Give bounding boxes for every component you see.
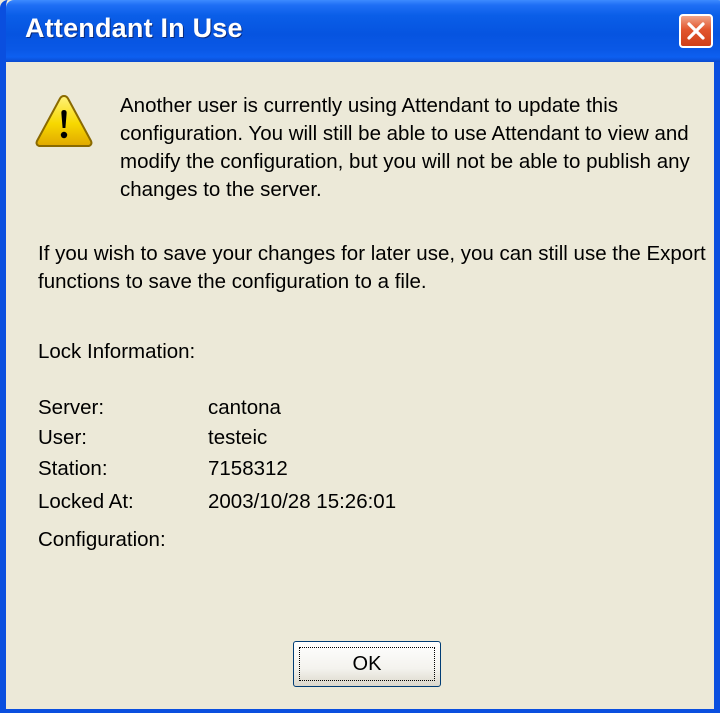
lock-info-heading: Lock Information: <box>38 340 196 363</box>
info-row-server: Server: cantona <box>38 396 678 426</box>
message-paragraph-1: Another user is currently using Attendan… <box>120 94 690 201</box>
info-value: 7158312 <box>208 457 288 480</box>
info-label: Station: <box>38 457 108 480</box>
title-bar[interactable]: Attendant In Use <box>6 0 720 62</box>
dialog-window: Attendant In Use Another user is current… <box>0 0 720 713</box>
info-value: cantona <box>208 396 281 419</box>
info-value: testeic <box>208 426 268 449</box>
ok-button[interactable]: OK <box>293 641 441 687</box>
info-value: 2003/10/28 15:26:01 <box>208 490 397 513</box>
warning-icon <box>33 92 95 150</box>
info-row-configuration: Configuration: <box>38 528 678 558</box>
info-label: Configuration: <box>38 528 166 551</box>
dialog-content: Another user is currently using Attendan… <box>6 62 714 709</box>
info-row-locked-at: Locked At: 2003/10/28 15:26:01 <box>38 490 678 520</box>
info-row-station: Station: 7158312 <box>38 457 678 487</box>
message-paragraph-2: If you wish to save your changes for lat… <box>38 242 706 293</box>
info-label: Server: <box>38 396 105 419</box>
window-title: Attendant In Use <box>25 13 243 43</box>
ok-button-label: OK <box>352 653 382 675</box>
info-label: Locked At: <box>38 490 134 513</box>
close-button[interactable] <box>679 14 713 48</box>
info-label: User: <box>38 426 87 449</box>
info-row-user: User: testeic <box>38 426 678 456</box>
